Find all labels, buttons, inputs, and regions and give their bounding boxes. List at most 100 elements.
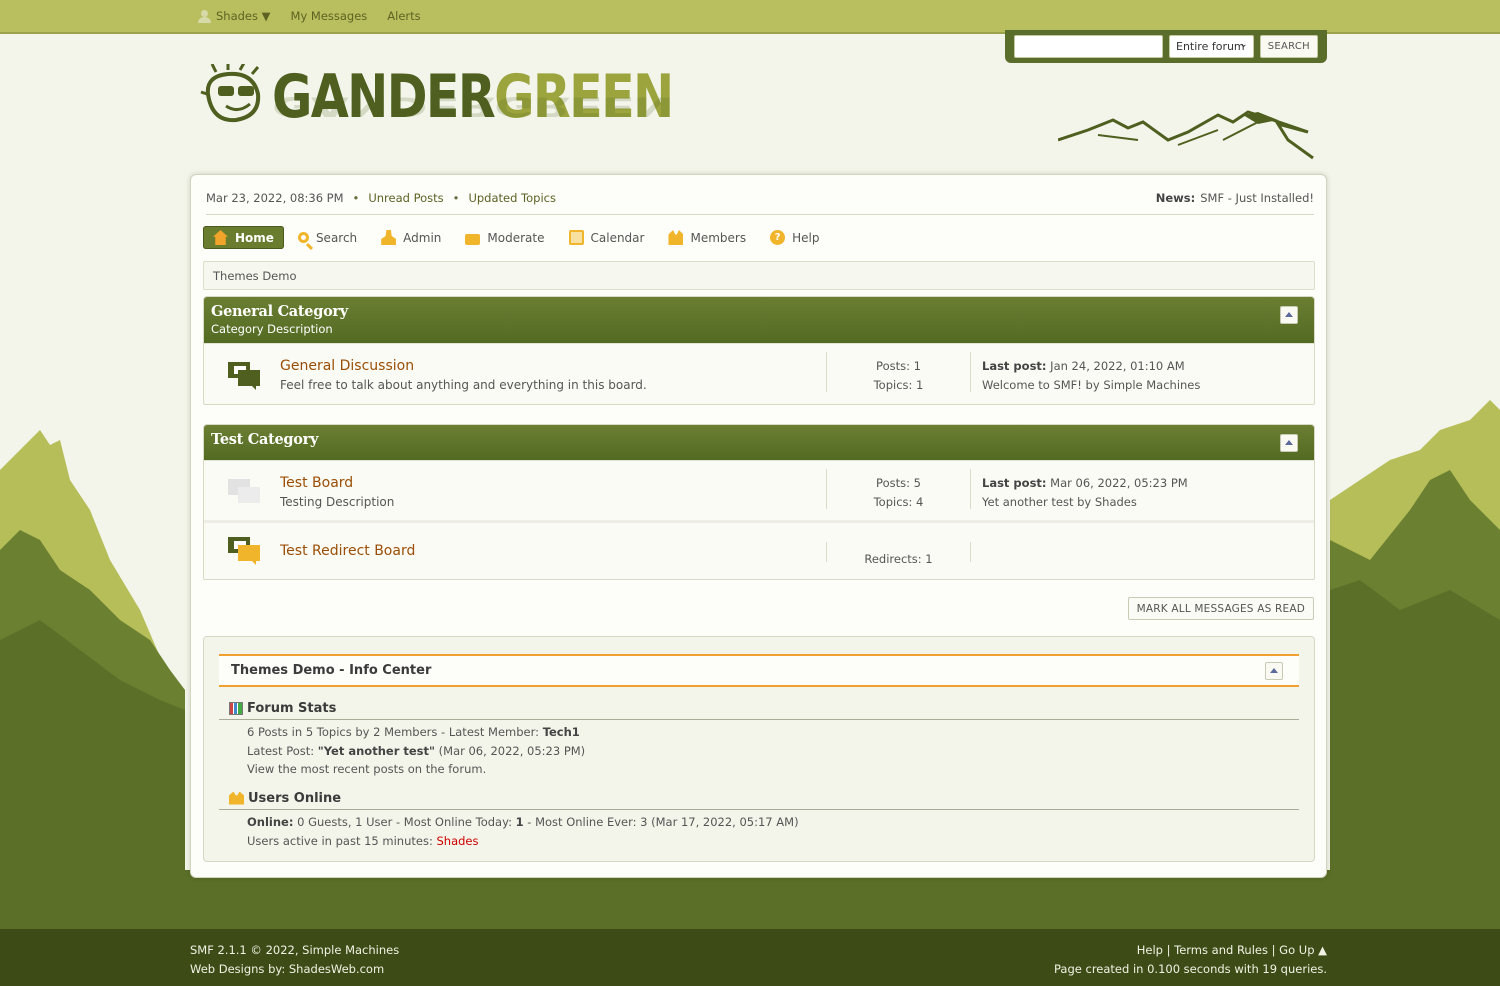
category-description: Category Description <box>211 322 333 336</box>
admin-icon <box>381 230 397 245</box>
collapse-info-center-button[interactable] <box>1265 662 1283 680</box>
alerts-link[interactable]: Alerts <box>387 9 420 23</box>
menu-moderate-label: Moderate <box>487 230 545 245</box>
board-name-link[interactable]: Test Board <box>280 475 353 491</box>
board-on-icon <box>228 362 260 390</box>
board-description: Testing Description <box>280 495 395 509</box>
go-up-link[interactable]: Go Up ▲ <box>1279 943 1327 957</box>
category-test: Test Category Test Board Testing Descrip… <box>203 424 1315 580</box>
category-header: Test Category <box>204 425 1314 460</box>
last-post-date: Jan 24, 2022, 01:10 AM <box>1050 359 1185 373</box>
collapse-category-button[interactable] <box>1280 434 1298 452</box>
footer: SMF 2.1.1 © 2022, Simple Machines Web De… <box>0 929 1500 986</box>
board-row: General Discussion Feel free to talk abo… <box>204 343 1314 403</box>
category-header: General Category Category Description <box>204 297 1314 343</box>
menu-members[interactable]: Members <box>658 226 756 249</box>
footer-separator: | <box>1271 943 1276 957</box>
board-redirects-count: Redirects: 1 <box>826 542 971 566</box>
gander-face-icon <box>200 64 261 123</box>
board-name-link[interactable]: Test Redirect Board <box>280 543 415 559</box>
board-stats: Posts: 1 Topics: 1 <box>826 352 971 392</box>
users-online-lines: Online: 0 Guests, 1 User - Most Online T… <box>247 813 799 850</box>
last-post-topic-link[interactable]: Welcome to SMF! by Simple Machines <box>982 376 1200 395</box>
recent-posts-link[interactable]: View the most recent posts on the forum. <box>247 760 585 779</box>
board-posts-count: Posts: 5 <box>876 476 921 490</box>
menu-calendar-label: Calendar <box>590 230 645 245</box>
menu-calendar[interactable]: Calendar <box>559 226 655 249</box>
upper-section: Mar 23, 2022, 08:36 PM • Unread Posts • … <box>206 189 1314 215</box>
users-online-title[interactable]: Users Online <box>248 791 341 806</box>
last-post-date: Mar 06, 2022, 05:23 PM <box>1050 476 1188 490</box>
footer-help-link[interactable]: Help <box>1137 943 1163 957</box>
breadcrumb-item-forum[interactable]: Themes Demo <box>213 269 296 283</box>
latest-post-label: Latest Post: <box>247 743 318 758</box>
board-description: Feel free to talk about anything and eve… <box>280 378 647 392</box>
designer-credit-link[interactable]: Web Designs by: ShadesWeb.com <box>190 960 399 979</box>
forum-stats-title[interactable]: Forum Stats <box>247 701 336 716</box>
board-name-link[interactable]: General Discussion <box>280 358 414 374</box>
online-today-count: 1 <box>515 815 524 829</box>
updated-topics-link[interactable]: Updated Topics <box>468 191 556 205</box>
online-ever: - Most Online Ever: 3 (Mar 17, 2022, 05:… <box>523 815 799 829</box>
collapse-category-button[interactable] <box>1280 306 1298 324</box>
calendar-icon <box>568 230 584 245</box>
smf-copyright-link[interactable]: SMF 2.1.1 © 2022, Simple Machines <box>190 941 399 960</box>
page-generation-info: Page created in 0.100 seconds with 19 qu… <box>1054 962 1327 976</box>
menu-home-label: Home <box>235 230 274 245</box>
menu-admin[interactable]: Admin <box>371 226 451 249</box>
menu-search[interactable]: Search <box>288 227 367 249</box>
news-label: News: <box>1155 191 1196 205</box>
last-post-topic-link[interactable]: Yet another test by Shades <box>982 493 1188 512</box>
info-center-title: Themes Demo - Info Center <box>231 663 432 678</box>
logo-reflection-green: GREEN <box>494 90 673 123</box>
search-icon <box>297 232 309 243</box>
menu-home[interactable]: Home <box>203 226 284 249</box>
last-post-label: Last post: <box>982 476 1047 490</box>
board-row-redirect: Test Redirect Board Redirects: 1 <box>204 520 1314 579</box>
briefcase-icon <box>465 233 481 245</box>
footer-terms-link[interactable]: Terms and Rules <box>1174 943 1268 957</box>
menu-moderate[interactable]: Moderate <box>455 227 554 249</box>
separator-dot: • <box>352 191 360 205</box>
info-center: Themes Demo - Info Center Forum Stats 6 … <box>203 636 1315 862</box>
user-icon <box>198 9 211 23</box>
stats-chart-icon <box>229 701 243 715</box>
menu-admin-label: Admin <box>403 230 442 245</box>
menu-members-label: Members <box>690 230 747 245</box>
home-icon <box>213 230 228 245</box>
active-user-link[interactable]: Shades <box>436 834 478 848</box>
board-off-icon <box>228 479 260 503</box>
search-scope-value: Entire forum <box>1176 40 1245 53</box>
mark-all-read-button[interactable]: MARK ALL MESSAGES AS READ <box>1127 597 1314 620</box>
redirect-board-icon <box>228 537 260 565</box>
search-bar: Entire forum ⌄ SEARCH <box>1005 30 1327 63</box>
user-menu[interactable]: Shades ▼ <box>198 9 271 23</box>
main-menu: Home Search Admin Moderate Calendar Memb… <box>203 226 833 249</box>
category-title[interactable]: Test Category <box>211 431 1307 448</box>
board-last-post: Last post: Jan 24, 2022, 01:10 AM Welcom… <box>982 357 1200 395</box>
online-summary: 0 Guests, 1 User - Most Online Today: <box>293 815 516 829</box>
breadcrumb: Themes Demo <box>203 261 1315 290</box>
news-text: SMF - Just Installed! <box>1200 191 1314 205</box>
my-messages-link[interactable]: My Messages <box>291 9 368 23</box>
search-button[interactable]: SEARCH <box>1259 35 1318 58</box>
forum-stats-lines: 6 Posts in 5 Topics by 2 Members - Lates… <box>247 723 585 779</box>
board-stats: Posts: 5 Topics: 4 <box>826 469 971 509</box>
latest-member-link[interactable]: Tech1 <box>543 725 580 739</box>
members-icon <box>668 230 684 245</box>
board-topics-count: Topics: 4 <box>873 495 924 509</box>
board-posts-count: Posts: 1 <box>876 359 921 373</box>
category-general: General Category Category Description Ge… <box>203 296 1315 405</box>
unread-posts-link[interactable]: Unread Posts <box>368 191 443 205</box>
site-logo[interactable]: GANDERGREEN GANDERGREEN <box>198 60 674 160</box>
category-title[interactable]: General Category <box>211 303 1307 320</box>
latest-post-link[interactable]: "Yet another test" <box>318 744 435 758</box>
top-bar: Shades ▼ My Messages Alerts <box>0 0 1500 34</box>
search-input[interactable] <box>1014 35 1163 58</box>
online-label: Online: <box>247 815 294 829</box>
menu-help[interactable]: ? Help <box>760 226 829 249</box>
users-online-icon <box>229 791 244 805</box>
search-scope-select[interactable]: Entire forum ⌄ <box>1169 35 1254 58</box>
forum-stats-header: Forum Stats <box>219 694 1299 720</box>
chevron-down-icon: ⌄ <box>1239 39 1248 50</box>
